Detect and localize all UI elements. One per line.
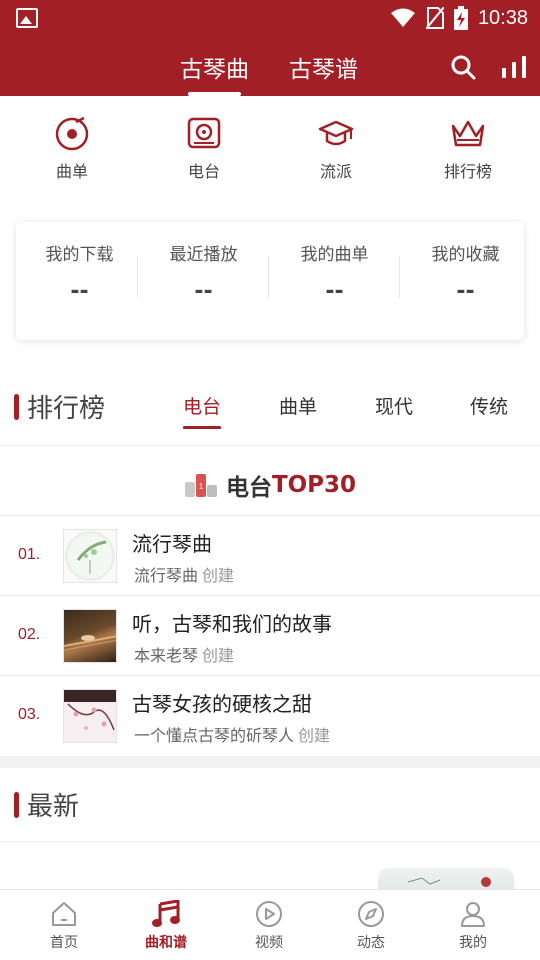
playlist-name: 流行琴曲 [132,532,212,556]
search-icon[interactable] [450,54,476,80]
music-note-icon [152,900,180,927]
playlist-thumbnail [63,529,117,583]
recent-plays[interactable]: 最近播放 -- [140,240,267,304]
stats-bars-icon[interactable] [500,54,528,80]
bottom-nav-label: 首页 [50,935,78,951]
bottom-nav-label: 我的 [459,935,487,951]
playlist-creator: 流行琴曲 创建 [134,562,234,586]
video-play-icon [256,901,282,927]
top30-banner: 1 电台 TOP30 [0,446,540,516]
rank-number: 03. [18,706,41,723]
stat-label: 我的收藏 [431,245,500,265]
creator-suffix: 创建 [202,646,235,665]
bottom-nav-me[interactable]: 我的 [428,900,518,952]
stat-value: -- [194,279,213,304]
home-icon [52,902,76,926]
section-accent-bar [14,792,19,818]
playlist-name: 听，古琴和我们的故事 [132,612,332,636]
wifi-icon [390,8,415,27]
playlist-name: 古琴女孩的硬核之甜 [132,692,312,716]
stat-label: 我的下载 [45,245,114,265]
top30-suffix: TOP30 [271,472,357,498]
bottom-nav-home[interactable]: 首页 [19,900,109,952]
ranking-row[interactable]: 02. 听，古琴和我们的故事 本来老琴 创建 [0,596,540,676]
quick-nav-playlist[interactable]: 曲单 [22,116,122,182]
playlist-creator: 一个懂点古琴的斫琴人 创建 [134,722,330,746]
section-gap [0,756,540,768]
ranking-row[interactable]: 03. 古琴女孩的硬核之甜 一个懂点古琴的斫琴人 创建 [0,676,540,756]
quick-nav-label: 排行榜 [443,162,492,181]
playlist-thumbnail [63,689,117,743]
my-playlists[interactable]: 我的曲单 -- [271,240,398,304]
bottom-nav: 首页 曲和谱 视频 动态 我的 [0,889,540,960]
stat-value: -- [70,279,89,304]
bottom-nav-label: 动态 [357,935,385,951]
bottom-nav-label: 视频 [255,935,283,951]
ranking-tab-playlist[interactable]: 曲单 [279,392,317,419]
divider [137,256,138,298]
user-icon [461,902,485,927]
rank-number: 02. [18,626,41,643]
divider [0,841,540,842]
ranking-title: 排行榜 [27,394,106,424]
ranking-tab-radio[interactable]: 电台 [183,392,222,429]
no-sim-icon [425,7,444,29]
ranking-tab-traditional[interactable]: 传统 [470,392,508,419]
section-accent-bar [14,394,19,420]
ranking-section-header: 排行榜 电台 曲单 现代 传统 [0,378,540,438]
quick-nav-label: 电台 [187,162,220,181]
stat-value: -- [456,279,475,304]
tab-guqin-score[interactable]: 古琴谱 [289,50,358,84]
rank-number: 01. [18,546,41,563]
radio-icon [187,117,221,149]
creator-suffix: 创建 [298,726,331,745]
ranking-row[interactable]: 01. 流行琴曲 流行琴曲 创建 [0,516,540,596]
status-time: 10:38 [477,6,528,29]
image-notification-icon [16,8,38,28]
bottom-nav-feed[interactable]: 动态 [326,900,416,952]
divider [268,256,269,298]
podium-icon: 1 [184,474,217,497]
playlist-thumbnail [63,609,117,663]
stat-label: 我的曲单 [300,245,369,265]
tab-guqin-music[interactable]: 古琴曲 [180,50,249,96]
latest-section-header: 最新 [0,776,540,836]
my-library-card: 我的下载 -- 最近播放 -- 我的曲单 -- 我的收藏 -- [16,222,524,340]
quick-nav-genre[interactable]: 流派 [286,116,386,182]
ranking-tab-modern[interactable]: 现代 [375,392,413,419]
crown-icon [451,120,485,147]
creator-suffix: 创建 [202,566,235,585]
stat-value: -- [325,279,344,304]
creator-name: 流行琴曲 [134,566,199,585]
my-favorites[interactable]: 我的收藏 -- [402,240,529,304]
svg-text:1: 1 [199,482,204,491]
quick-nav-label: 流派 [319,162,352,181]
creator-name: 本来老琴 [134,646,199,665]
stat-label: 最近播放 [169,245,238,265]
compass-icon [358,901,384,927]
my-downloads[interactable]: 我的下载 -- [16,240,143,304]
status-bar: 10:38 [0,0,540,36]
bottom-nav-music-score[interactable]: 曲和谱 [121,900,211,952]
bottom-nav-label: 曲和谱 [145,935,187,951]
battery-charging-icon [453,6,468,30]
quick-nav-ranking[interactable]: 排行榜 [418,116,518,182]
vinyl-icon [55,116,89,151]
quick-nav: 曲单 电台 流派 排行榜 [0,96,540,196]
divider [399,256,400,298]
playlist-creator: 本来老琴 创建 [134,642,234,666]
creator-name: 一个懂点古琴的斫琴人 [134,726,295,745]
bottom-nav-video[interactable]: 视频 [224,900,314,952]
quick-nav-label: 曲单 [55,162,88,181]
top30-prefix: 电台 [225,475,272,501]
graduation-cap-icon [318,120,354,146]
quick-nav-radio[interactable]: 电台 [154,116,254,182]
top-header: 古琴曲 古琴谱 [0,36,540,96]
latest-title: 最新 [27,792,80,822]
